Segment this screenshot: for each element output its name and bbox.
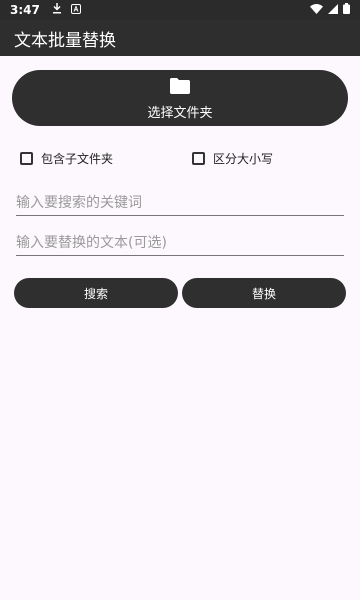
case-sensitive-label: 区分大小写 — [213, 152, 274, 166]
case-sensitive-checkbox[interactable] — [192, 152, 205, 165]
replace-button[interactable]: 替换 — [182, 278, 346, 308]
signal-icon — [328, 3, 338, 17]
replace-text-placeholder: 输入要替换的文本(可选) — [16, 235, 167, 251]
status-time: 3:47 — [10, 3, 40, 17]
search-button[interactable]: 搜索 — [14, 278, 178, 308]
status-bar: 3:47 — [0, 0, 360, 20]
folder-icon — [170, 76, 190, 96]
search-button-label: 搜索 — [83, 286, 108, 301]
download-icon — [52, 3, 62, 17]
include-subfolders-checkbox[interactable] — [20, 152, 33, 165]
battery-icon — [343, 3, 350, 17]
select-folder-button[interactable]: 选择文件夹 — [12, 70, 348, 126]
wifi-icon — [310, 3, 323, 17]
app-bar: 文本批量替换 — [0, 20, 360, 56]
app-title: 文本批量替换 — [14, 30, 116, 51]
include-subfolders-label: 包含子文件夹 — [41, 152, 114, 166]
search-keyword-placeholder: 输入要搜索的关键词 — [16, 195, 142, 211]
select-folder-label: 选择文件夹 — [147, 105, 213, 121]
search-keyword-input[interactable]: 输入要搜索的关键词 — [16, 194, 344, 216]
main-content: 选择文件夹 包含子文件夹 区分大小写 输入要搜索的关键词 输入要替换的文本(可选… — [0, 56, 360, 600]
notification-app-icon — [70, 3, 81, 17]
replace-button-label: 替换 — [251, 286, 276, 301]
case-sensitive-option[interactable]: 区分大小写 — [192, 150, 273, 167]
include-subfolders-option[interactable]: 包含子文件夹 — [20, 150, 113, 167]
replace-text-input[interactable]: 输入要替换的文本(可选) — [16, 234, 344, 256]
